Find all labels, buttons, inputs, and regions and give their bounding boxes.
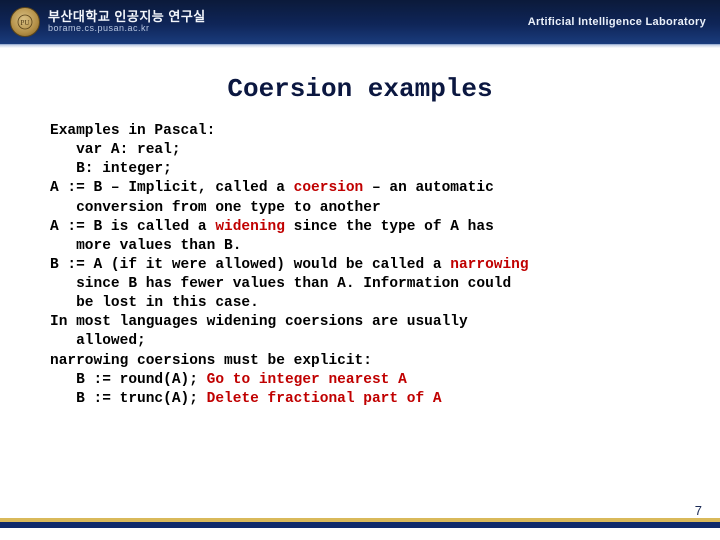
line: more values than B. — [50, 238, 241, 254]
slide-body: Examples in Pascal: var A: real; B: inte… — [50, 122, 670, 409]
line: B := round(A); — [50, 372, 207, 388]
slide: PU 부산대학교 인공지능 연구실 borame.cs.pusan.ac.kr … — [0, 0, 720, 540]
line: In most languages widening coersions are… — [50, 314, 468, 330]
university-logo-icon: PU — [10, 7, 40, 37]
line: – an automatic — [363, 180, 494, 196]
comment-round: Go to integer nearest A — [207, 372, 407, 388]
org-url: borame.cs.pusan.ac.kr — [48, 24, 206, 33]
line: A := B – Implicit, called a — [50, 180, 294, 196]
footer-stripe — [0, 522, 720, 540]
line: since B has fewer values than A. Informa… — [50, 276, 511, 292]
line: narrowing coersions must be explicit: — [50, 353, 372, 369]
comment-trunc: Delete fractional part of A — [207, 391, 442, 407]
line: be lost in this case. — [50, 295, 259, 311]
keyword-coersion: coersion — [294, 180, 364, 196]
header-bar: PU 부산대학교 인공지능 연구실 borame.cs.pusan.ac.kr … — [0, 0, 720, 44]
page-number: 7 — [695, 503, 702, 518]
header-underline — [0, 44, 720, 48]
keyword-narrowing: narrowing — [450, 257, 528, 273]
svg-text:PU: PU — [21, 19, 30, 27]
footer: 7 — [0, 522, 720, 540]
header-left: PU 부산대학교 인공지능 연구실 borame.cs.pusan.ac.kr — [10, 7, 206, 37]
line: A := B is called a — [50, 219, 215, 235]
line: Examples in Pascal: — [50, 123, 215, 139]
line: since the type of A has — [285, 219, 494, 235]
keyword-widening: widening — [215, 219, 285, 235]
university-text: 부산대학교 인공지능 연구실 borame.cs.pusan.ac.kr — [48, 10, 206, 33]
slide-title: Coersion examples — [0, 74, 720, 104]
lab-name: Artificial Intelligence Laboratory — [528, 16, 706, 28]
org-name: 부산대학교 인공지능 연구실 — [48, 10, 206, 24]
line: var A: real; — [50, 142, 181, 158]
line: B := A (if it were allowed) would be cal… — [50, 257, 450, 273]
line: B := trunc(A); — [50, 391, 207, 407]
line: B: integer; — [50, 161, 172, 177]
line: allowed; — [50, 333, 146, 349]
line: conversion from one type to another — [50, 200, 381, 216]
